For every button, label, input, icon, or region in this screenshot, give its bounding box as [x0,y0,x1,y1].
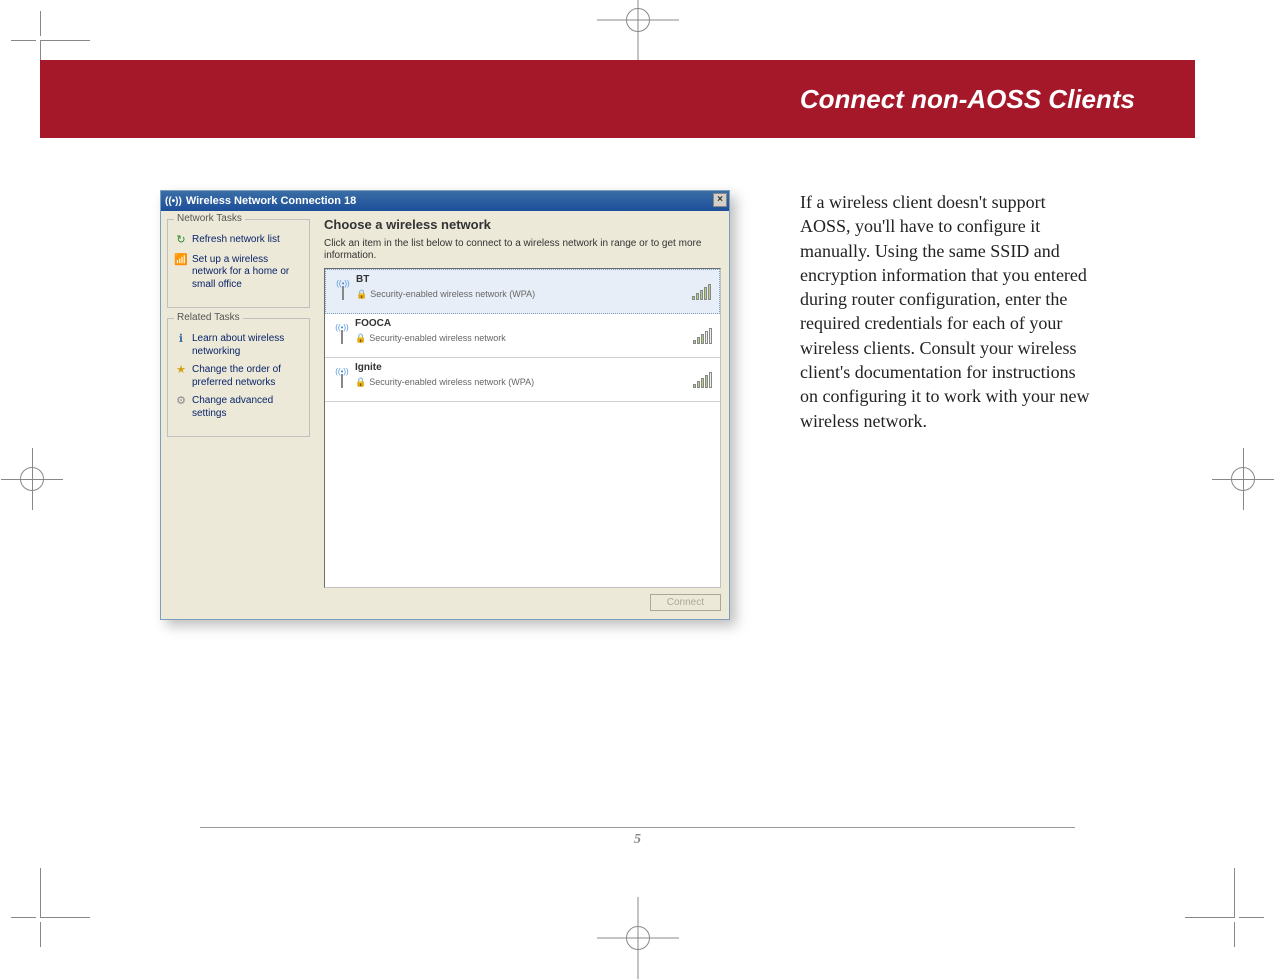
setup-icon: 📶 [174,254,188,268]
crop-mark-right [1231,467,1255,491]
crop-corner [1185,868,1235,918]
task-label: Change advanced settings [192,395,303,420]
lock-icon: 🔒 [356,289,367,299]
crop-mark-bottom [0,918,1275,958]
network-tasks-group: Network Tasks ↻ Refresh network list 📶 S… [167,219,310,308]
task-refresh[interactable]: ↻ Refresh network list [174,234,303,248]
task-label: Set up a wireless network for a home or … [192,254,303,292]
network-name: Ignite [355,362,714,373]
group-title: Network Tasks [174,213,245,224]
network-name: BT [356,274,713,285]
network-security: Security-enabled wireless network [369,333,506,343]
network-list[interactable]: ((•)) BT 🔒Security-enabled wireless netw… [324,268,721,588]
related-tasks-group: Related Tasks ℹ Learn about wireless net… [167,318,310,437]
body-paragraph: If a wireless client doesn't support AOS… [800,190,1090,433]
wireless-icon: ((•)) [165,196,182,207]
group-title: Related Tasks [174,312,243,323]
crop-corner [40,868,90,918]
signal-strength-icon [692,284,711,300]
refresh-icon: ↻ [174,234,188,248]
antenna-icon: ((•)) [330,274,356,307]
titlebar: ((•)) Wireless Network Connection 18 × [161,191,729,211]
right-panel: Choose a wireless network Click an item … [316,211,729,619]
antenna-icon: ((•)) [329,362,355,395]
network-security: Security-enabled wireless network (WPA) [369,377,534,387]
close-button[interactable]: × [713,193,727,207]
task-label: Learn about wireless networking [192,333,303,358]
gear-icon: ⚙ [174,395,188,409]
task-learn[interactable]: ℹ Learn about wireless networking [174,333,303,358]
info-icon: ℹ [174,333,188,347]
antenna-icon: ((•)) [329,318,355,351]
choose-network-title: Choose a wireless network [324,217,721,232]
network-security: Security-enabled wireless network (WPA) [370,289,535,299]
crop-mark-top [0,0,1275,40]
window-title: Wireless Network Connection 18 [186,195,356,207]
choose-network-description: Click an item in the list below to conne… [324,238,721,262]
network-name: FOOCA [355,318,714,329]
wireless-dialog: ((•)) Wireless Network Connection 18 × N… [160,190,730,620]
header-bar: Connect non-AOSS Clients [40,60,1195,138]
task-change-order[interactable]: ★ Change the order of preferred networks [174,364,303,389]
page-title: Connect non-AOSS Clients [800,84,1135,115]
footer-divider [200,827,1075,828]
task-label: Change the order of preferred networks [192,364,303,389]
lock-icon: 🔒 [355,377,366,387]
lock-icon: 🔒 [355,333,366,343]
task-setup-wireless[interactable]: 📶 Set up a wireless network for a home o… [174,254,303,292]
signal-strength-icon [693,328,712,344]
signal-strength-icon [693,372,712,388]
task-advanced[interactable]: ⚙ Change advanced settings [174,395,303,420]
page-number: 5 [634,832,641,848]
star-icon: ★ [174,364,188,378]
left-panel: Network Tasks ↻ Refresh network list 📶 S… [161,211,316,619]
crop-mark-left [20,467,44,491]
task-label: Refresh network list [192,234,280,247]
network-item[interactable]: ((•)) Ignite 🔒Security-enabled wireless … [325,358,720,402]
network-item[interactable]: ((•)) BT 🔒Security-enabled wireless netw… [325,269,720,314]
network-item[interactable]: ((•)) FOOCA 🔒Security-enabled wireless n… [325,314,720,358]
connect-button[interactable]: Connect [650,594,721,611]
